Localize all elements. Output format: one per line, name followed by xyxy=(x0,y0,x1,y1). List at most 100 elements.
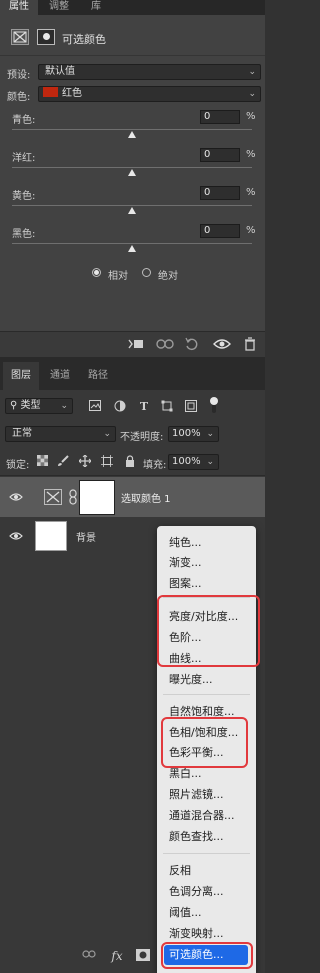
properties-tabbar: 属性 调整 库 xyxy=(0,0,265,15)
relative-radio[interactable] xyxy=(92,268,101,277)
menu-item-channel-mixer[interactable]: 通道混合器... xyxy=(169,806,253,826)
clip-to-layer-icon[interactable] xyxy=(127,337,145,353)
chevron-down-icon: ⌄ xyxy=(206,429,214,439)
cyan-input[interactable]: 0 xyxy=(200,110,240,124)
menu-item-posterize[interactable]: 色调分离... xyxy=(169,882,253,902)
menu-item-solid-color[interactable]: 纯色... xyxy=(169,533,253,553)
layer-filter-dropdown[interactable]: ⚲ 类型 ⌄ xyxy=(5,398,73,414)
magenta-slider-thumb[interactable] xyxy=(128,169,136,176)
blend-mode-dropdown[interactable]: 正常 ⌄ xyxy=(5,426,116,442)
chevron-down-icon: ⌄ xyxy=(103,429,111,439)
cyan-slider-track[interactable] xyxy=(12,129,252,130)
link-layers-icon[interactable] xyxy=(82,949,96,963)
yellow-slider-thumb[interactable] xyxy=(128,207,136,214)
view-previous-state-icon[interactable] xyxy=(155,337,174,353)
menu-item-threshold[interactable]: 阈值... xyxy=(169,903,253,923)
fill-input[interactable]: 100% ⌄ xyxy=(168,454,219,470)
yellow-unit: % xyxy=(246,187,256,198)
magenta-input[interactable]: 0 xyxy=(200,148,240,162)
layers-divider xyxy=(0,475,265,476)
colors-dropdown[interactable]: 红色 ⌄ xyxy=(38,86,261,102)
tab-libraries[interactable]: 库 xyxy=(80,0,112,15)
opacity-input[interactable]: 100% ⌄ xyxy=(168,426,219,442)
pixel-layer-filter-icon[interactable] xyxy=(88,400,102,414)
menu-item-color-lookup[interactable]: 颜色查找... xyxy=(169,827,253,847)
search-icon: ⚲ xyxy=(10,400,18,411)
cyan-slider-thumb[interactable] xyxy=(128,131,136,138)
layer-style-fx-icon[interactable]: fx xyxy=(110,949,124,963)
relative-label: 相对 xyxy=(108,271,128,282)
lock-artboard-icon[interactable] xyxy=(100,455,114,469)
magenta-unit: % xyxy=(246,149,256,160)
tab-properties[interactable]: 属性 xyxy=(0,0,38,15)
layer-row[interactable]: 选取颜色 1 xyxy=(0,477,265,517)
tab-adjustments[interactable]: 调整 xyxy=(38,0,80,15)
lock-transparent-pixels-icon[interactable] xyxy=(35,455,49,469)
adjustment-layer-icon xyxy=(11,29,29,45)
preset-dropdown[interactable]: 默认值 ⌄ xyxy=(38,64,261,80)
visibility-eye-icon[interactable] xyxy=(8,531,24,541)
colors-value: 红色 xyxy=(62,88,82,99)
yellow-slider-track[interactable] xyxy=(12,205,252,206)
black-slider-track[interactable] xyxy=(12,243,252,244)
opacity-label: 不透明度: xyxy=(120,432,164,443)
menu-item-photo-filter[interactable]: 照片滤镜... xyxy=(169,785,253,805)
layers-tabbar: 图层 通道 路径 xyxy=(0,357,265,390)
toggle-visibility-eye-icon[interactable] xyxy=(213,337,231,353)
shape-layer-filter-icon[interactable] xyxy=(160,400,174,414)
tab-paths[interactable]: 路径 xyxy=(80,362,116,390)
fill-label: 填充: xyxy=(143,460,167,471)
menu-separator xyxy=(163,694,250,695)
filter-toggle-switch[interactable] xyxy=(209,397,219,415)
type-layer-filter-icon[interactable]: T xyxy=(137,400,151,414)
lock-image-pixels-brush-icon[interactable] xyxy=(56,455,70,469)
black-slider-thumb[interactable] xyxy=(128,245,136,252)
cyan-unit: % xyxy=(246,111,256,122)
layer-thumbnail[interactable] xyxy=(35,521,67,551)
menu-item-invert[interactable]: 反相 xyxy=(169,861,253,881)
black-unit: % xyxy=(246,225,256,236)
visibility-eye-icon[interactable] xyxy=(8,492,24,502)
chevron-down-icon: ⌄ xyxy=(248,67,256,77)
layer-mask-thumbnail[interactable] xyxy=(79,480,115,515)
menu-item-gradient[interactable]: 渐变... xyxy=(169,553,253,573)
selective-color-layer-icon xyxy=(44,489,62,505)
layer-mask-icon xyxy=(37,29,55,45)
preset-value: 默认值 xyxy=(45,66,75,77)
tab-channels[interactable]: 通道 xyxy=(41,362,79,390)
chevron-down-icon: ⌄ xyxy=(60,401,68,411)
adjustment-title: 可选颜色 xyxy=(62,33,106,46)
adjustment-layer-filter-icon[interactable] xyxy=(113,400,127,414)
annotation-box xyxy=(157,595,260,667)
menu-separator xyxy=(163,853,250,854)
smart-object-filter-icon[interactable] xyxy=(184,400,198,414)
reset-icon[interactable] xyxy=(183,337,201,353)
colors-label: 颜色: xyxy=(7,92,31,103)
blend-mode-value: 正常 xyxy=(12,428,32,439)
link-chain-icon[interactable] xyxy=(68,489,78,505)
yellow-input[interactable]: 0 xyxy=(200,186,240,200)
chevron-down-icon: ⌄ xyxy=(248,89,256,99)
layer-filter-value: 类型 xyxy=(20,400,41,411)
magenta-label: 洋红: xyxy=(12,153,36,164)
lock-all-icon[interactable] xyxy=(123,455,137,469)
tab-layers[interactable]: 图层 xyxy=(3,362,39,390)
yellow-label: 黄色: xyxy=(12,191,36,202)
menu-item-exposure[interactable]: 曝光度... xyxy=(169,670,253,690)
black-input[interactable]: 0 xyxy=(200,224,240,238)
layer-name[interactable]: 选取颜色 1 xyxy=(121,490,171,505)
trash-icon[interactable] xyxy=(241,337,259,353)
menu-item-pattern[interactable]: 图案... xyxy=(169,574,253,594)
magenta-slider-track[interactable] xyxy=(12,167,252,168)
layer-name[interactable]: 背景 xyxy=(76,529,96,544)
fill-value: 100% xyxy=(172,456,201,467)
properties-bottom-toolbar xyxy=(0,331,265,358)
color-swatch xyxy=(43,87,58,97)
lock-position-move-icon[interactable] xyxy=(78,454,92,469)
absolute-radio[interactable] xyxy=(142,268,151,277)
menu-item-gradient-map[interactable]: 渐变映射... xyxy=(169,924,253,944)
annotation-box xyxy=(161,717,248,768)
preset-label: 预设: xyxy=(7,70,31,81)
add-mask-icon[interactable] xyxy=(136,949,150,963)
chevron-down-icon: ⌄ xyxy=(206,457,214,467)
